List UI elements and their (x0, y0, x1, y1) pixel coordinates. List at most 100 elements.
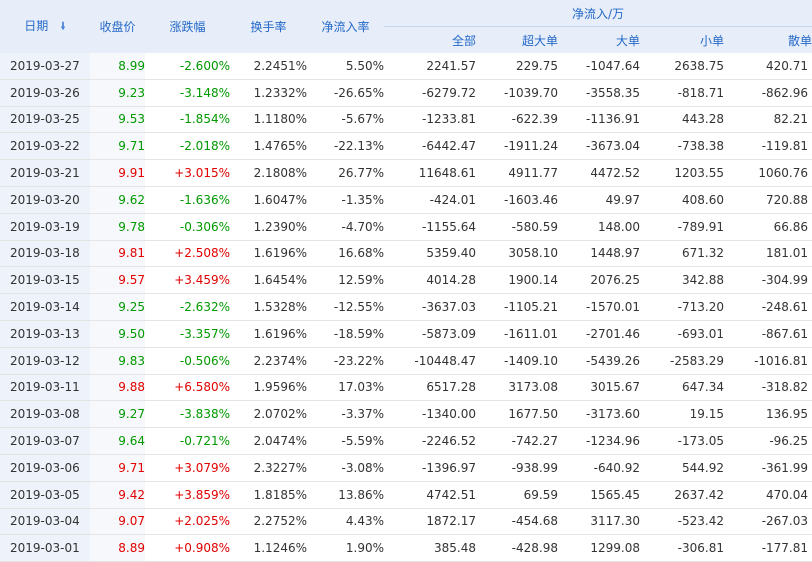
cell-retail: -318.82 (724, 374, 812, 402)
cell-turnover: 1.6454% (230, 266, 307, 295)
cell-close: 9.50 (90, 320, 145, 348)
cell-retail: 136.95 (724, 400, 812, 429)
header-super-large[interactable]: 超大单 (476, 26, 558, 53)
cell-change: +2.025% (145, 508, 230, 536)
header-change[interactable]: 涨跌幅 (145, 0, 230, 53)
cell-small: 342.88 (640, 266, 724, 295)
header-small[interactable]: 小单 (640, 26, 724, 53)
cell-close: 9.25 (90, 293, 145, 321)
cell-date: 2019-03-22 (0, 132, 90, 161)
header-turnover[interactable]: 换手率 (230, 0, 307, 53)
cell-small: -306.81 (640, 534, 724, 562)
cell-change: -2.600% (145, 53, 230, 80)
cell-close: 9.78 (90, 213, 145, 241)
cell-turnover: 2.2374% (230, 347, 307, 375)
cell-super-large: -1603.46 (476, 186, 558, 214)
cell-close: 8.89 (90, 534, 145, 562)
cell-net-rate: 12.59% (307, 266, 384, 295)
table-row: 2019-03-20 9.62 -1.636% 1.6047% -1.35% -424.0… (0, 186, 812, 214)
cell-retail: 82.21 (724, 106, 812, 134)
table-row: 2019-03-18 9.81 +2.508% 1.6196% 16.68% 5359.4… (0, 240, 812, 268)
cell-super-large: -1409.10 (476, 347, 558, 375)
cell-retail: 420.71 (724, 53, 812, 80)
cell-date: 2019-03-12 (0, 347, 90, 375)
cell-net-rate: 5.50% (307, 53, 384, 80)
cell-close: 9.27 (90, 400, 145, 429)
cell-net-rate: -22.13% (307, 132, 384, 161)
cell-large: -3673.04 (558, 132, 640, 161)
cell-retail: -177.81 (724, 534, 812, 562)
header-large[interactable]: 大单 (558, 26, 640, 53)
table-row: 2019-03-22 9.71 -2.018% 1.4765% -22.13% -6442… (0, 132, 812, 161)
cell-change: +3.015% (145, 159, 230, 187)
cell-change: -0.721% (145, 427, 230, 455)
cell-date: 2019-03-05 (0, 481, 90, 509)
cell-large: 148.00 (558, 213, 640, 241)
cell-small: 647.34 (640, 374, 724, 402)
cell-retail: 720.88 (724, 186, 812, 214)
cell-change: +6.580% (145, 374, 230, 402)
cell-super-large: -1105.21 (476, 293, 558, 321)
cell-retail: -361.99 (724, 454, 812, 482)
cell-large: -2701.46 (558, 320, 640, 348)
cell-date: 2019-03-18 (0, 240, 90, 268)
cell-date: 2019-03-11 (0, 374, 90, 402)
cell-net-rate: -5.67% (307, 106, 384, 134)
cell-net-rate: 17.03% (307, 374, 384, 402)
cell-change: -1.854% (145, 106, 230, 134)
cell-super-large: 1900.14 (476, 266, 558, 295)
cell-small: -693.01 (640, 320, 724, 348)
cell-super-large: 229.75 (476, 53, 558, 80)
cell-large: -1047.64 (558, 53, 640, 80)
header-close[interactable]: 收盘价 (90, 0, 145, 53)
cell-total: -6442.47 (384, 132, 476, 161)
cell-net-rate: -23.22% (307, 347, 384, 375)
sort-down-arrow-icon[interactable]: 🠛 (60, 18, 66, 37)
header-total[interactable]: 全部 (384, 26, 476, 53)
cell-net-rate: 1.90% (307, 534, 384, 562)
cell-change: +3.459% (145, 266, 230, 295)
table-row: 2019-03-01 8.89 +0.908% 1.1246% 1.90% 385.48-… (0, 534, 812, 562)
cell-total: -424.01 (384, 186, 476, 214)
cell-retail: -119.81 (724, 132, 812, 161)
cell-small: 408.60 (640, 186, 724, 214)
cell-super-large: 3173.08 (476, 374, 558, 402)
cell-total: 5359.40 (384, 240, 476, 268)
cell-date: 2019-03-07 (0, 427, 90, 455)
cell-retail: -1016.81 (724, 347, 812, 375)
cell-total: 1872.17 (384, 508, 476, 536)
cell-date: 2019-03-25 (0, 106, 90, 134)
table-header: 日期 🠛 收盘价 涨跌幅 换手率 净流入率 净流入/万 全部 超大单 大单 小单 … (0, 0, 812, 53)
cell-date: 2019-03-13 (0, 320, 90, 348)
cell-retail: 470.04 (724, 481, 812, 509)
cell-net-rate: -4.70% (307, 213, 384, 241)
cell-date: 2019-03-19 (0, 213, 90, 241)
cell-large: 1299.08 (558, 534, 640, 562)
cell-total: -5873.09 (384, 320, 476, 348)
cell-small: 1203.55 (640, 159, 724, 187)
header-date[interactable]: 日期 🠛 (0, 0, 90, 53)
cell-small: -173.05 (640, 427, 724, 455)
cell-net-rate: -1.35% (307, 186, 384, 214)
cell-date: 2019-03-01 (0, 534, 90, 562)
cell-date: 2019-03-06 (0, 454, 90, 482)
table-row: 2019-03-21 9.91 +3.015% 2.1808% 26.77% 11648.… (0, 159, 812, 187)
cell-net-rate: -26.65% (307, 79, 384, 107)
cell-change: +3.859% (145, 481, 230, 509)
cell-large: -1234.96 (558, 427, 640, 455)
header-retail[interactable]: 散单 (724, 26, 812, 53)
cell-close: 9.62 (90, 186, 145, 214)
cell-super-large: -622.39 (476, 106, 558, 134)
cell-date: 2019-03-14 (0, 293, 90, 321)
cell-large: 4472.52 (558, 159, 640, 187)
cell-small: 671.32 (640, 240, 724, 268)
cell-small: 443.28 (640, 106, 724, 134)
header-net-rate[interactable]: 净流入率 (307, 0, 384, 53)
cell-total: -6279.72 (384, 79, 476, 107)
header-date-label: 日期 (24, 18, 49, 33)
table-row: 2019-03-27 8.99 -2.600% 2.2451% 5.50% 2241.57… (0, 53, 812, 80)
cell-super-large: 1677.50 (476, 400, 558, 429)
cell-change: +2.508% (145, 240, 230, 268)
cell-retail: -304.99 (724, 266, 812, 295)
cell-retail: -267.03 (724, 508, 812, 536)
